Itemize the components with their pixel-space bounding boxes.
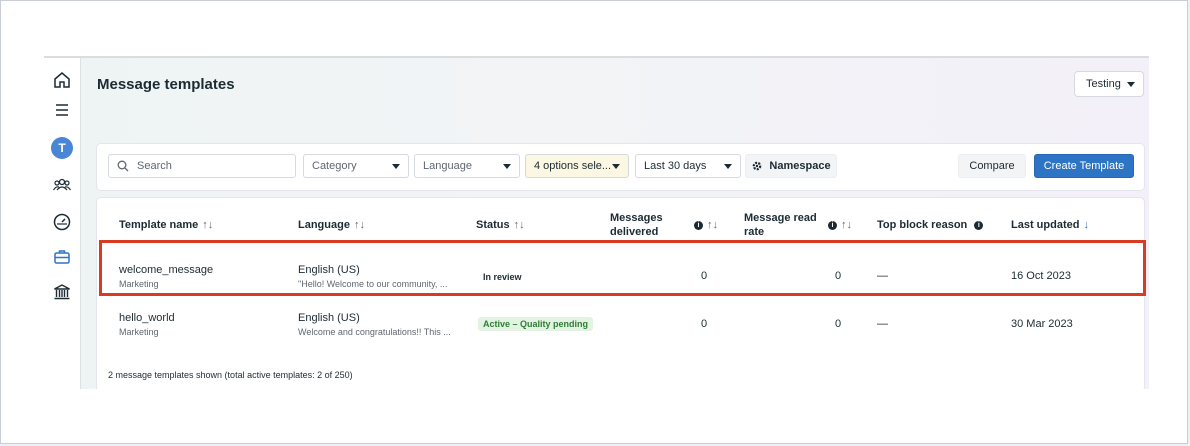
template-language: English (US) [298,312,360,324]
template-language: English (US) [298,264,360,276]
status-options-dropdown[interactable]: 4 options sele... [525,154,629,178]
column-header-label: Status [476,219,510,231]
status-cell: Active – Quality pending [478,317,594,331]
category-dropdown[interactable]: Category [303,154,409,178]
template-name-cell: hello_world Marketing [119,312,175,337]
app-window: T Message templates Testing Search Categ… [44,56,1149,389]
language-cell: English (US) Welcome and congratulations… [298,312,451,337]
sort-icon[interactable]: ↑↓ [841,219,852,231]
column-header-label: Template name [119,219,199,231]
date-range-label: Last 30 days [644,160,707,172]
block-reason-value: — [877,318,888,330]
info-icon[interactable]: i [974,220,984,230]
template-preview: Welcome and congratulations!! This ... [298,327,451,337]
language-cell: English (US) "Hello! Welcome to our comm… [298,264,447,289]
table-footer-summary: 2 message templates shown (total active … [108,370,353,380]
screenshot-card: T Message templates Testing Search Categ… [0,0,1188,444]
create-template-button[interactable]: Create Template [1034,154,1134,178]
delivered-value: 0 [701,318,708,330]
column-header-label: Last updated [1011,219,1080,231]
column-header-language[interactable]: Language ↑↓ [298,218,365,232]
language-dropdown-label: Language [423,160,472,172]
template-name-cell: welcome_message Marketing [119,264,213,289]
read-rate-value: 0 [835,318,842,330]
column-header-label-line2: rate [744,226,765,238]
info-icon[interactable]: i [694,220,703,230]
search-box[interactable] [108,154,296,178]
gear-icon [753,161,762,171]
column-header-label: Top block reason [877,219,968,231]
avatar[interactable]: T [51,137,73,159]
status-cell: In review [483,271,522,283]
chevron-down-icon [724,163,732,169]
column-header-label-line1: Messages [610,212,663,224]
briefcase-icon[interactable] [52,247,72,267]
menu-icon[interactable] [52,100,72,120]
dashboard-icon[interactable] [52,212,72,232]
info-icon[interactable]: i [828,220,837,230]
filter-bar: Category Language 4 options sele... Last… [97,144,1144,190]
namespace-button[interactable]: Namespace [745,154,837,178]
delivered-value: 0 [701,270,708,282]
delivered-controls: i ↑↓ [694,218,718,232]
sort-down-icon: ↓ [1083,219,1089,231]
search-icon [117,160,129,172]
category-dropdown-label: Category [312,160,357,172]
templates-table: Template name ↑↓ Language ↑↓ Status ↑↓ Mess… [97,198,1144,389]
template-name[interactable]: hello_world [119,312,175,324]
chevron-down-icon [503,163,511,169]
status-options-label: 4 options sele... [534,160,612,172]
status-badge: Active – Quality pending [478,317,594,331]
last-updated-value: 16 Oct 2023 [1011,270,1071,282]
read-rate-value: 0 [835,270,842,282]
status-badge: In review [483,272,522,282]
page-title: Message templates [97,76,235,93]
environment-select[interactable]: Testing [1074,71,1144,97]
column-header-top-block-reason[interactable]: Top block reason i [877,218,984,232]
date-range-dropdown[interactable]: Last 30 days [635,154,741,178]
column-header-status[interactable]: Status ↑↓ [476,218,525,232]
people-icon[interactable] [52,175,72,195]
template-name[interactable]: welcome_message [119,264,213,276]
template-preview: "Hello! Welcome to our community, ... [298,279,448,289]
sort-icon: ↑↓ [353,219,365,231]
read-rate-controls: i ↑↓ [828,218,852,232]
template-category: Marketing [119,279,159,289]
column-header-last-updated[interactable]: Last updated ↓ [1011,218,1089,232]
search-input[interactable] [135,159,289,173]
home-icon[interactable] [52,70,72,90]
table-row[interactable]: hello_world Marketing English (US) Welco… [97,302,1144,350]
namespace-label: Namespace [769,160,831,172]
bank-icon[interactable] [52,282,72,302]
sort-icon: ↑↓ [513,219,525,231]
last-updated-value: 30 Mar 2023 [1011,318,1073,330]
environment-select-value: Testing [1086,78,1121,90]
column-header-messages-delivered[interactable]: Messages delivered [610,211,663,239]
column-header-template-name[interactable]: Template name ↑↓ [119,218,213,232]
column-header-message-read-rate[interactable]: Message read rate [744,211,817,239]
sidebar: T [44,58,81,389]
language-dropdown[interactable]: Language [414,154,520,178]
sort-icon: ↑↓ [202,219,214,231]
chevron-down-icon [1126,81,1135,87]
table-row[interactable]: welcome_message Marketing English (US) "… [97,254,1144,302]
block-reason-value: — [877,270,888,282]
template-category: Marketing [119,327,159,337]
sort-icon[interactable]: ↑↓ [707,219,718,231]
column-header-label-line1: Message read [744,212,817,224]
chevron-down-icon [612,163,620,169]
chevron-down-icon [392,163,400,169]
column-header-label-line2: delivered [610,226,659,238]
compare-button[interactable]: Compare [958,154,1026,178]
column-header-label: Language [298,219,350,231]
